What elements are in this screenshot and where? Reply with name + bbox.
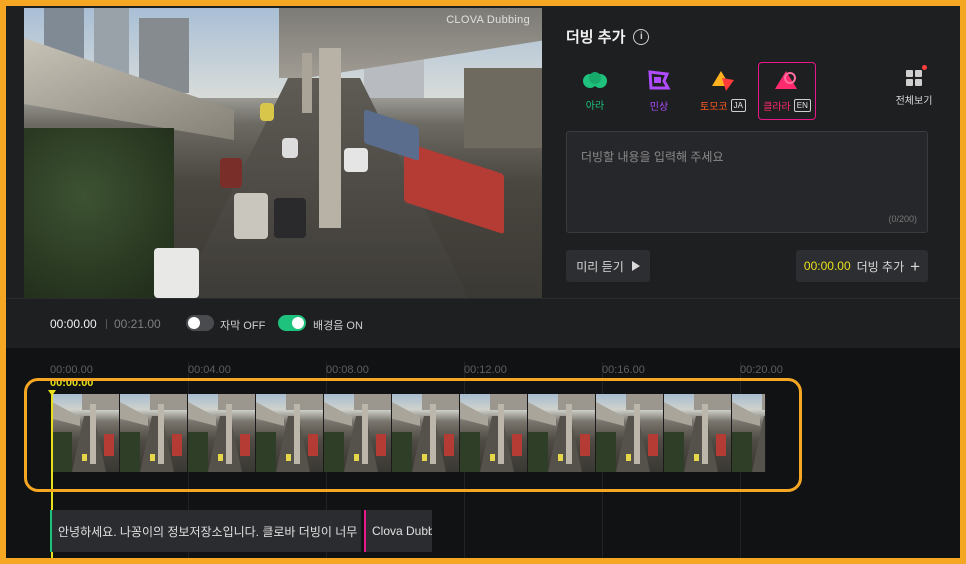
tick-label: 00:16.00	[602, 364, 645, 376]
thumbnail	[120, 394, 188, 472]
dubbing-clip[interactable]: 안녕하세요. 나꽁이의 정보저장소입니다. 클로바 더빙이 너무 유용합	[50, 510, 361, 552]
voice-list: 아라 민상 토모코 JA 클라라 EN	[566, 62, 816, 120]
timeline[interactable]: 00:00.00 00:04.00 00:08.00 00:12.00 00:1…	[6, 348, 960, 558]
add-dubbing-button[interactable]: 00:00.00 더빙 추가 +	[796, 250, 928, 282]
panel-title: 더빙 추가 i	[566, 26, 930, 47]
purple-flag-icon	[648, 69, 671, 89]
subtitle-toggle-label: 자막 OFF	[220, 320, 266, 332]
voice-ara[interactable]: 아라	[566, 62, 624, 120]
char-count: (0/200)	[888, 214, 917, 224]
app-frame: CLOVA Dubbing 더빙 추가 i 아라 민상 토모코 JA 클라라 E…	[6, 6, 960, 558]
orange-triangle-icon	[712, 70, 734, 91]
tick-label: 00:04.00	[188, 364, 231, 376]
current-time: 00:00.00	[50, 317, 97, 331]
dubbing-clip[interactable]: Clova Dubbi	[364, 510, 432, 552]
thumbnail	[256, 394, 324, 472]
lang-badge-ja: JA	[730, 98, 746, 112]
input-placeholder: 더빙할 내용을 입력해 주세요	[581, 150, 724, 164]
voice-clara[interactable]: 클라라 EN	[758, 62, 816, 120]
view-all-button[interactable]: 전체보기	[892, 65, 936, 107]
video-filmstrip[interactable]	[52, 394, 774, 472]
thumbnail	[664, 394, 732, 472]
thumbnail	[732, 394, 766, 472]
tick-label: 00:12.00	[464, 364, 507, 376]
bgm-toggle[interactable]	[278, 315, 306, 331]
bgm-toggle-label: 배경음 ON	[313, 320, 363, 332]
dubbing-panel: 더빙 추가 i 아라 민상 토모코 JA 클라라 EN 전체보기 더빙할 내용을…	[566, 26, 932, 282]
playback-controls: 00:00.00 00:21.00 자막 OFF 배경음 ON	[6, 298, 960, 348]
thumbnail	[596, 394, 664, 472]
voice-minsang[interactable]: 민상	[630, 62, 688, 120]
voice-tomoko[interactable]: 토모코 JA	[694, 62, 752, 120]
subtitle-toggle[interactable]	[186, 315, 214, 331]
thumbnail	[52, 394, 120, 472]
info-icon[interactable]: i	[633, 28, 650, 45]
thumbnail	[460, 394, 528, 472]
playhead-time: 00:00.00	[50, 377, 94, 389]
tick-label: 00:08.00	[326, 364, 369, 376]
green-cloud-icon	[583, 71, 607, 88]
notification-dot	[922, 65, 927, 70]
thumbnail	[528, 394, 596, 472]
plus-icon: +	[910, 256, 921, 276]
total-time: 00:21.00	[114, 317, 161, 331]
tick-label: 00:00.00	[50, 364, 93, 376]
video-preview[interactable]: CLOVA Dubbing	[24, 8, 542, 298]
dubbing-text-input[interactable]: 더빙할 내용을 입력해 주세요 (0/200)	[566, 131, 928, 233]
grid-icon	[906, 65, 927, 86]
play-icon	[631, 261, 640, 271]
lang-badge-en: EN	[793, 98, 811, 112]
thumbnail	[188, 394, 256, 472]
pink-triangle-icon	[775, 70, 797, 89]
watermark-text: CLOVA Dubbing	[446, 14, 530, 26]
add-time: 00:00.00	[803, 259, 851, 273]
thumbnail	[324, 394, 392, 472]
thumbnail	[392, 394, 460, 472]
preview-button[interactable]: 미리 듣기	[566, 250, 650, 282]
tick-label: 00:20.00	[740, 364, 783, 376]
